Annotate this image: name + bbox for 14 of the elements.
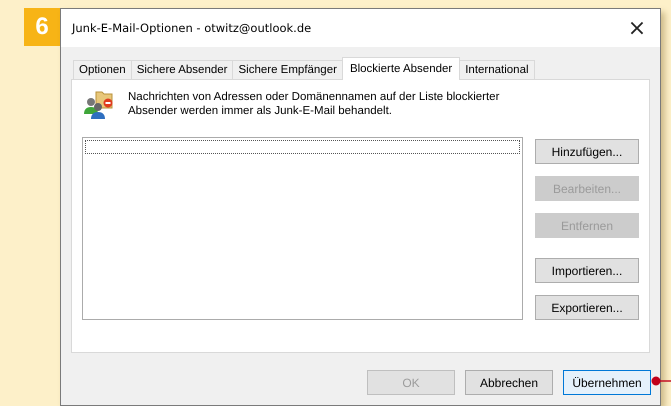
callout-pointer bbox=[651, 376, 671, 386]
description-text: Nachrichten von Adressen oder Domänennamen auf der Liste blockierter Absender werden immer als Junk-E-Mail behandelt. bbox=[128, 90, 500, 118]
step-badge: 6 bbox=[24, 8, 60, 46]
dialog-button[interactable]: Abbrechen bbox=[465, 370, 553, 395]
dialog-button[interactable]: Übernehmen bbox=[563, 370, 651, 395]
dialog-button[interactable]: Importieren... bbox=[535, 258, 639, 283]
window-title: Junk-E-Mail-Optionen - otwitz@outlook.de bbox=[72, 21, 312, 35]
dialog-button[interactable]: Hinzufügen... bbox=[535, 139, 639, 164]
dialog-button[interactable]: Exportieren... bbox=[535, 295, 639, 320]
close-button[interactable]: × bbox=[614, 9, 660, 47]
tab[interactable]: International bbox=[459, 60, 535, 79]
tab[interactable]: Optionen bbox=[73, 60, 132, 79]
blocked-senders-list[interactable] bbox=[82, 137, 523, 320]
tab[interactable]: Blockierte Absender bbox=[342, 57, 460, 80]
